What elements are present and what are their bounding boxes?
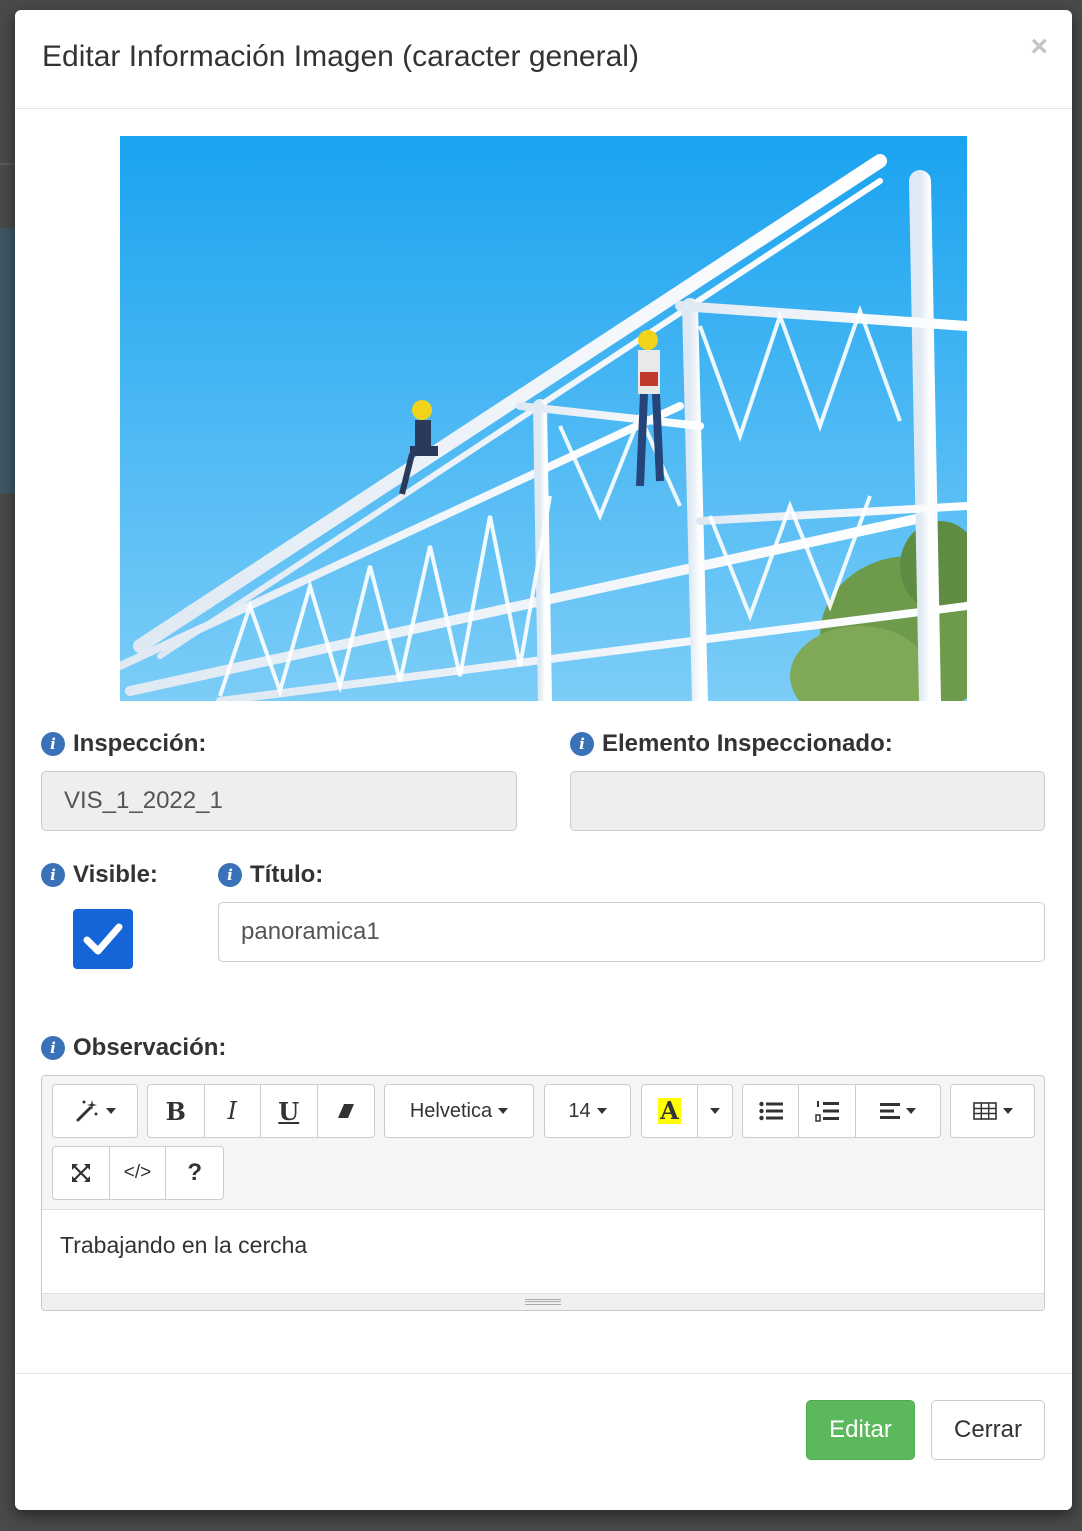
editor-resize-handle[interactable] <box>42 1293 1044 1310</box>
font-size-group: 14 <box>544 1084 631 1138</box>
highlight-letter-icon: A <box>658 1096 681 1125</box>
color-dropdown[interactable] <box>698 1085 732 1137</box>
backdrop-line <box>0 163 15 165</box>
align-left-icon <box>879 1103 900 1119</box>
visible-label: i Visible: <box>41 861 158 889</box>
construction-photo-icon <box>120 136 967 701</box>
style-dropdown[interactable] <box>53 1085 137 1137</box>
ordered-list-button[interactable] <box>799 1085 856 1137</box>
rich-text-editor: B I U Helvetica 14 A </> ? Trabajando en… <box>41 1075 1045 1311</box>
check-icon <box>83 923 123 955</box>
font-name-group: Helvetica <box>384 1084 534 1138</box>
info-icon[interactable]: i <box>218 863 242 887</box>
font-name-dropdown[interactable]: Helvetica <box>385 1085 533 1137</box>
info-icon[interactable]: i <box>41 863 65 887</box>
highlight-color-button[interactable]: A <box>642 1085 698 1137</box>
magic-wand-icon <box>76 1100 98 1122</box>
style-group <box>52 1084 138 1138</box>
element-label: i Elemento Inspeccionado: <box>570 730 893 758</box>
fullscreen-icon <box>71 1164 90 1182</box>
close-icon[interactable]: × <box>1030 32 1048 62</box>
caret-icon <box>1002 1108 1013 1114</box>
view-group: </> ? <box>52 1146 224 1200</box>
info-icon[interactable]: i <box>41 732 65 756</box>
info-icon[interactable]: i <box>41 1036 65 1060</box>
bold-button[interactable]: B <box>148 1085 205 1137</box>
backdrop-image-strip <box>0 228 15 493</box>
inspection-field: VIS_1_2022_1 <box>41 771 517 831</box>
inspection-photo <box>120 136 967 701</box>
observation-label: i Observación: <box>41 1034 226 1062</box>
caret-icon <box>709 1108 720 1114</box>
clear-format-button[interactable] <box>318 1085 375 1137</box>
inspection-label: i Inspección: <box>41 730 206 758</box>
caret-icon <box>498 1108 509 1114</box>
font-size-dropdown[interactable]: 14 <box>545 1085 630 1137</box>
modal-header: Editar Información Imagen (caracter gene… <box>15 10 1072 109</box>
help-button[interactable]: ? <box>166 1147 223 1199</box>
title-input[interactable]: panoramica1 <box>218 902 1045 962</box>
table-dropdown[interactable] <box>951 1085 1034 1137</box>
underline-button[interactable]: U <box>261 1085 318 1137</box>
numbered-list-icon <box>815 1101 840 1122</box>
caret-icon <box>106 1108 116 1114</box>
caret-icon <box>905 1108 916 1114</box>
visible-checkbox[interactable] <box>73 909 133 969</box>
paragraph-group <box>742 1084 941 1138</box>
paragraph-dropdown[interactable] <box>856 1085 940 1137</box>
editor-toolbar: B I U Helvetica 14 A </> ? <box>42 1076 1044 1210</box>
title-label: i Título: <box>218 861 323 889</box>
edit-image-modal: Editar Información Imagen (caracter gene… <box>15 10 1072 1510</box>
table-icon <box>972 1102 997 1120</box>
fullscreen-button[interactable] <box>53 1147 110 1199</box>
code-view-button[interactable]: </> <box>110 1147 167 1199</box>
info-icon[interactable]: i <box>570 732 594 756</box>
edit-button[interactable]: Editar <box>806 1400 915 1460</box>
modal-footer: Editar Cerrar <box>15 1373 1072 1510</box>
close-button[interactable]: Cerrar <box>931 1400 1045 1460</box>
unordered-list-button[interactable] <box>743 1085 800 1137</box>
table-group <box>950 1084 1035 1138</box>
color-group: A <box>641 1084 733 1138</box>
grip-icon <box>525 1299 561 1305</box>
element-field <box>570 771 1045 831</box>
caret-icon <box>596 1108 607 1114</box>
editor-content-area[interactable]: Trabajando en la cercha <box>42 1210 1044 1294</box>
modal-title: Editar Información Imagen (caracter gene… <box>42 40 639 73</box>
italic-button[interactable]: I <box>205 1085 261 1137</box>
eraser-icon <box>337 1104 354 1118</box>
font-style-group: B I U <box>147 1084 375 1138</box>
bullet-list-icon <box>759 1101 783 1121</box>
